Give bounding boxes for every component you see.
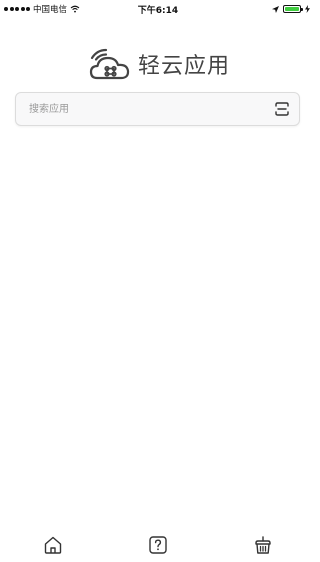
help-icon[interactable]	[148, 535, 168, 555]
basket-icon[interactable]	[253, 535, 273, 555]
clock: 下午6:14	[137, 5, 179, 16]
bottom-nav	[0, 527, 316, 562]
charging-bolt-icon	[305, 5, 310, 13]
scan-icon[interactable]	[275, 102, 289, 116]
search-input[interactable]	[27, 102, 261, 116]
nav-home[interactable]	[28, 530, 78, 560]
home-icon[interactable]	[43, 535, 63, 555]
nav-help[interactable]	[133, 530, 183, 560]
status-right	[272, 0, 310, 18]
search-box[interactable]	[15, 92, 300, 126]
nav-basket[interactable]	[238, 530, 288, 560]
logo-text: 轻云应用	[138, 54, 231, 79]
location-arrow-icon	[272, 5, 279, 13]
status-bar: 中国电信 下午6:14	[0, 0, 316, 18]
battery-icon	[283, 5, 303, 13]
app-logo: 轻云应用	[88, 44, 230, 84]
cloud-wifi-logo-icon	[89, 48, 130, 80]
